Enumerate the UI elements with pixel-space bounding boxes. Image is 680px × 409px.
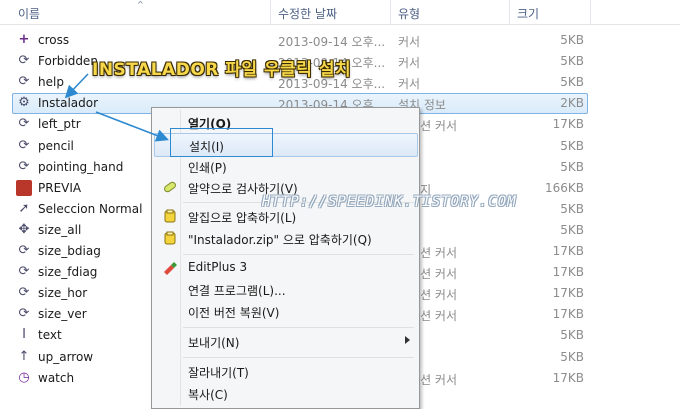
file-name: Forbidden: [38, 54, 98, 69]
file-size: 17KB: [552, 307, 584, 322]
file-date: 2013-09-14 오후...: [278, 35, 386, 49]
file-size: 5KB: [560, 328, 584, 343]
menu-item-label: 잘라내기(T): [188, 366, 249, 380]
file-size: 5KB: [560, 349, 584, 364]
menu-item-send-to[interactable]: 보내기(N): [154, 330, 416, 352]
archive-icon: [162, 230, 178, 246]
column-divider[interactable]: [270, 0, 271, 24]
plus-cursor-icon: +: [18, 32, 30, 47]
column-header: ^ 이름 수정한 날짜 유형 크기: [0, 0, 680, 25]
menu-item-editplus[interactable]: EditPlus 3: [154, 256, 416, 278]
menu-item-print[interactable]: 인쇄(P): [154, 155, 416, 177]
file-type: 커서: [398, 35, 421, 49]
editplus-icon: [162, 259, 178, 275]
file-size: 5KB: [560, 201, 584, 216]
menu-item-restore[interactable]: 이전 버전 복원(V): [154, 300, 416, 322]
file-size: 5KB: [560, 222, 584, 237]
column-type[interactable]: 유형: [398, 5, 420, 22]
setup-info-icon: ⚙: [18, 95, 30, 111]
file-size: 17KB: [552, 117, 584, 132]
file-size: 17KB: [552, 286, 584, 301]
busy-cursor-icon: ⟳: [18, 74, 30, 90]
file-name: size_hor: [38, 286, 88, 301]
column-size[interactable]: 크기: [517, 5, 539, 22]
busy-cursor-icon: ⟳: [18, 243, 30, 258]
column-divider[interactable]: [590, 0, 591, 24]
busy-cursor-icon: ⟳: [18, 116, 30, 132]
submenu-arrow-icon: [405, 336, 410, 344]
file-size: 5KB: [560, 138, 584, 153]
menu-item-label: 보내기(N): [188, 336, 240, 350]
file-name: text: [38, 328, 62, 343]
menu-separator: [183, 254, 414, 255]
text-cursor-icon: I: [22, 327, 26, 343]
file-name: pencil: [38, 138, 74, 153]
file-name: size_ver: [38, 307, 87, 322]
file-name: left_ptr: [38, 117, 81, 132]
sort-arrow-icon: ^: [137, 0, 144, 9]
file-name: help: [38, 75, 64, 90]
busy-cursor-icon: ⟳: [18, 285, 30, 301]
file-name: size_fdiag: [38, 265, 98, 280]
file-size: 5KB: [560, 75, 584, 90]
file-name: up_arrow: [38, 349, 94, 364]
file-size: 5KB: [560, 159, 584, 174]
file-name: size_bdiag: [38, 244, 101, 258]
menu-item-label: "Instalador.zip" 으로 압축하기(Q): [188, 233, 372, 247]
menu-item-label: 이전 버전 복원(V): [188, 306, 280, 320]
archive-icon: [162, 208, 178, 224]
file-name: pointing_hand: [38, 159, 124, 174]
menu-item-label: 연결 프로그램(L)...: [188, 284, 286, 298]
file-row[interactable]: + cross 2013-09-14 오후... 커서 5KB: [0, 30, 680, 51]
file-size: 17KB: [552, 370, 584, 385]
busy-cursor-icon: ⟳: [18, 306, 30, 322]
pill-icon: [162, 179, 178, 195]
image-file-icon: [16, 179, 32, 196]
menu-separator: [183, 327, 414, 328]
annotation-callout: INSTALADOR 파일 우클릭 설치: [92, 60, 352, 80]
menu-item-label: 복사(C): [188, 388, 228, 402]
move-cursor-icon: ✥: [18, 221, 30, 237]
busy-cursor-icon: ⟳: [18, 158, 30, 174]
file-name: Seleccion Normal: [38, 201, 143, 216]
column-divider[interactable]: [509, 0, 510, 24]
menu-item-label: 인쇄(P): [188, 161, 227, 175]
file-name: cross: [38, 33, 70, 47]
file-type: 커서: [398, 77, 421, 92]
file-type: 커서: [398, 56, 421, 71]
arrow-cursor-icon: ➚: [18, 200, 30, 216]
file-size: 5KB: [560, 33, 584, 47]
busy-cursor-icon: ⟳: [18, 137, 30, 153]
column-name[interactable]: 이름: [18, 5, 40, 22]
menu-separator: [183, 357, 414, 358]
file-name: size_all: [38, 222, 82, 237]
busy-cursor-icon: ⟳: [18, 53, 30, 69]
file-size: 17KB: [552, 244, 584, 258]
column-divider[interactable]: [390, 0, 391, 24]
file-size: 166KB: [544, 180, 584, 195]
menu-item-label: EditPlus 3: [188, 260, 248, 274]
column-date[interactable]: 수정한 날짜: [278, 5, 337, 22]
file-size: 5KB: [560, 54, 584, 69]
watch-cursor-icon: ◷: [18, 369, 30, 385]
file-name: Instalador: [38, 96, 99, 111]
menu-item-label: 알집으로 압축하기(L): [188, 211, 297, 225]
file-name: PREVIA: [38, 180, 82, 195]
watermark: HTTP://SPEEDINK.TISTORY.COM: [262, 194, 517, 210]
file-size: 2KB: [560, 96, 584, 111]
menu-item-open-with[interactable]: 연결 프로그램(L)...: [154, 278, 416, 300]
file-size: 17KB: [552, 265, 584, 280]
up-arrow-cursor-icon: ↑: [18, 348, 30, 364]
busy-cursor-icon: ⟳: [18, 264, 30, 280]
install-highlight-box: [170, 128, 273, 157]
menu-item-compress-zip[interactable]: "Instalador.zip" 으로 압축하기(Q): [154, 227, 416, 249]
file-name: watch: [38, 370, 75, 385]
menu-item-cut[interactable]: 잘라내기(T): [154, 360, 416, 382]
menu-item-copy[interactable]: 복사(C): [154, 382, 416, 404]
